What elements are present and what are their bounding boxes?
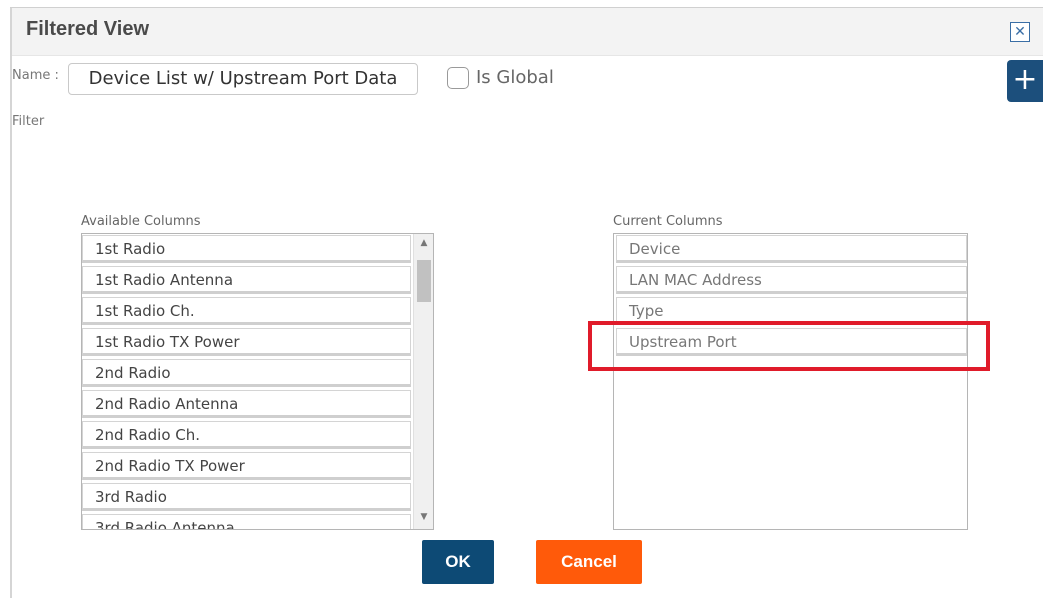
dialog-titlebar bbox=[10, 8, 1043, 56]
scroll-up-icon[interactable]: ▲ bbox=[415, 238, 433, 248]
list-item[interactable]: 1st Radio TX Power bbox=[82, 328, 411, 356]
current-columns-list[interactable]: Device LAN MAC Address Type Upstream Por… bbox=[613, 233, 968, 530]
name-label: Name : bbox=[12, 68, 59, 83]
available-columns-list[interactable]: 1st Radio 1st Radio Antenna 1st Radio Ch… bbox=[81, 233, 434, 530]
highlight-box bbox=[588, 321, 990, 371]
list-item[interactable]: 1st Radio bbox=[82, 235, 411, 263]
list-item[interactable]: 3rd Radio bbox=[82, 483, 411, 511]
current-columns-title: Current Columns bbox=[613, 214, 723, 229]
dialog-left-edge bbox=[10, 8, 12, 598]
list-item[interactable]: 2nd Radio TX Power bbox=[82, 452, 411, 480]
ok-button[interactable]: OK bbox=[422, 540, 494, 584]
list-item[interactable]: 2nd Radio bbox=[82, 359, 411, 387]
is-global-label: Is Global bbox=[476, 67, 554, 88]
list-item[interactable]: 1st Radio Antenna bbox=[82, 266, 411, 294]
list-item[interactable]: 2nd Radio Ch. bbox=[82, 421, 411, 449]
list-item[interactable]: LAN MAC Address bbox=[616, 266, 967, 294]
available-columns-scrollbar[interactable]: ▲ ▼ bbox=[413, 234, 433, 529]
cancel-button[interactable]: Cancel bbox=[536, 540, 642, 584]
scroll-down-icon[interactable]: ▼ bbox=[415, 512, 433, 522]
list-item[interactable]: 2nd Radio Antenna bbox=[82, 390, 411, 418]
list-item[interactable]: 3rd Radio Antenna bbox=[82, 514, 411, 529]
filter-label: Filter bbox=[12, 114, 45, 129]
list-item[interactable]: 1st Radio Ch. bbox=[82, 297, 411, 325]
add-filter-button[interactable]: + bbox=[1007, 60, 1043, 102]
list-item[interactable]: Device bbox=[616, 235, 967, 263]
available-columns-title: Available Columns bbox=[81, 214, 201, 229]
name-input[interactable]: Device List w/ Upstream Port Data bbox=[68, 63, 418, 95]
close-icon[interactable]: ✕ bbox=[1010, 22, 1030, 42]
scroll-thumb[interactable] bbox=[417, 260, 431, 302]
is-global-checkbox[interactable] bbox=[447, 67, 469, 89]
dialog-title: Filtered View bbox=[26, 18, 150, 40]
